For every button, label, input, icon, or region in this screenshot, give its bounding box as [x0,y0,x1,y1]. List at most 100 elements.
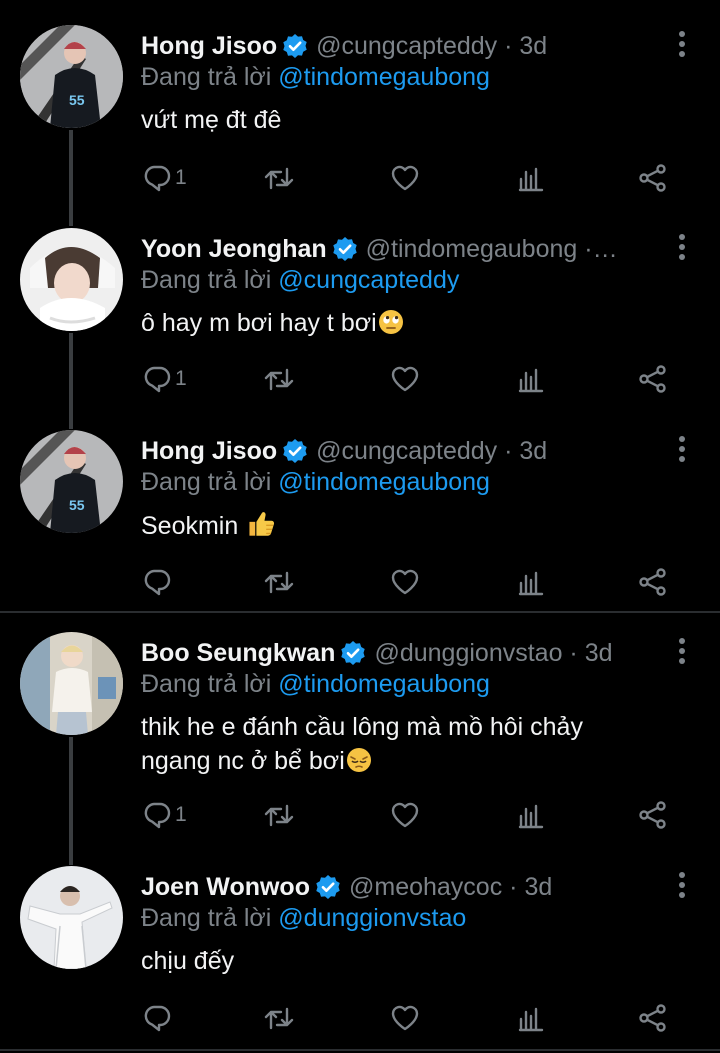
more-vertical-icon[interactable] [678,234,686,262]
thread-divider [0,1049,720,1051]
reply-icon [141,1002,173,1034]
avatar-image [20,866,123,969]
username[interactable]: @cungcapteddy [316,32,497,61]
thumbs-up-emoji [246,508,276,538]
reply-label: Đang trả lời [141,63,272,91]
separator-dot: · [502,872,525,901]
svg-text:55: 55 [69,497,85,513]
more-vertical-icon[interactable] [678,638,686,666]
views-button[interactable] [515,158,547,198]
retweet-icon [263,566,295,598]
views-button[interactable] [515,795,547,835]
avatar[interactable] [20,228,123,331]
reply-context: Đang trả lời @tindomegaubong [141,670,490,699]
tweet-header: Boo Seungkwan @dunggionvstao · 3d [141,636,613,670]
retweet-button[interactable] [263,795,295,835]
avatar[interactable]: 55 [20,25,123,128]
share-button[interactable] [637,998,669,1038]
username[interactable]: @tindomegaubong [366,235,578,264]
retweet-button[interactable] [263,359,295,399]
reply-context: Đang trả lời @tindomegaubong [141,63,490,92]
like-button[interactable] [389,359,421,399]
tweet-text: vứt mẹ đt đê [141,103,681,137]
reply-button[interactable]: 1 [141,795,187,835]
views-button[interactable] [515,998,547,1038]
timestamp[interactable]: 3d [519,32,547,61]
thread-divider [0,611,720,613]
like-button[interactable] [389,795,421,835]
tweet-text-content: ô hay m bơi hay t bơi [141,309,377,337]
heart-icon [389,799,421,831]
share-icon [637,162,669,194]
username[interactable]: @dunggionvstao [374,639,562,668]
heart-icon [389,363,421,395]
views-button[interactable] [515,562,547,602]
display-name[interactable]: Hong Jisoo [141,32,277,61]
timestamp[interactable]: … [593,235,618,264]
tweet-actions [0,998,720,1038]
reply-mention-link[interactable]: @tindomegaubong [278,670,490,698]
tweet-text: ô hay m bơi hay t bơi [141,306,681,340]
avatar[interactable] [20,632,123,735]
verified-badge-icon [340,640,366,666]
avatar[interactable] [20,866,123,969]
retweet-button[interactable] [263,562,295,602]
share-button[interactable] [637,359,669,399]
reply-icon [141,799,173,831]
tweet-header: Hong Jisoo @cungcapteddy · 3d [141,29,547,63]
username[interactable]: @meohaycoc [349,873,502,902]
tweet-header: Hong Jisoo @cungcapteddy · 3d [141,434,547,468]
reply-icon [141,162,173,194]
reply-icon [141,566,173,598]
avatar-image [20,228,123,331]
share-button[interactable] [637,562,669,602]
more-vertical-icon[interactable] [678,872,686,900]
reply-label: Đang trả lời [141,670,272,698]
reply-icon [141,363,173,395]
separator-dot: · [497,31,520,60]
reply-mention-link[interactable]: @dunggionvstao [278,904,466,932]
timestamp[interactable]: 3d [519,437,547,466]
share-icon [637,799,669,831]
reply-mention-link[interactable]: @cungcapteddy [278,266,459,294]
share-button[interactable] [637,795,669,835]
reply-button[interactable]: 1 [141,158,187,198]
reply-context: Đang trả lời @dunggionvstao [141,904,466,933]
reply-label: Đang trả lời [141,904,272,932]
retweet-button[interactable] [263,158,295,198]
reply-button[interactable] [141,998,173,1038]
more-vertical-icon[interactable] [678,436,686,464]
reply-label: Đang trả lời [141,468,272,496]
retweet-icon [263,162,295,194]
pensive-face-emoji [346,747,372,773]
tweet-text-line: thik he e đánh cầu lông mà mồ hôi chảy [141,713,583,741]
views-button[interactable] [515,359,547,399]
analytics-icon [515,162,547,194]
like-button[interactable] [389,998,421,1038]
reply-context: Đang trả lời @tindomegaubong [141,468,490,497]
tweet-text: chịu đếy [141,944,681,978]
timestamp[interactable]: 3d [585,639,613,668]
display-name[interactable]: Hong Jisoo [141,437,277,466]
username[interactable]: @cungcapteddy [316,437,497,466]
verified-badge-icon [282,33,308,59]
reply-mention-link[interactable]: @tindomegaubong [278,468,490,496]
reply-button[interactable] [141,562,173,602]
like-button[interactable] [389,158,421,198]
reply-button[interactable]: 1 [141,359,187,399]
reply-context: Đang trả lời @cungcapteddy [141,266,459,295]
more-vertical-icon[interactable] [678,31,686,59]
reply-label: Đang trả lời [141,266,272,294]
display-name[interactable]: Joen Wonwoo [141,873,310,902]
share-button[interactable] [637,158,669,198]
display-name[interactable]: Boo Seungkwan [141,639,335,668]
like-button[interactable] [389,562,421,602]
avatar[interactable]: 55 [20,430,123,533]
display-name[interactable]: Yoon Jeonghan [141,235,327,264]
analytics-icon [515,799,547,831]
retweet-button[interactable] [263,998,295,1038]
timestamp[interactable]: 3d [524,873,552,902]
share-icon [637,566,669,598]
tweet-text-content: chịu đếy [141,947,235,975]
reply-mention-link[interactable]: @tindomegaubong [278,63,490,91]
